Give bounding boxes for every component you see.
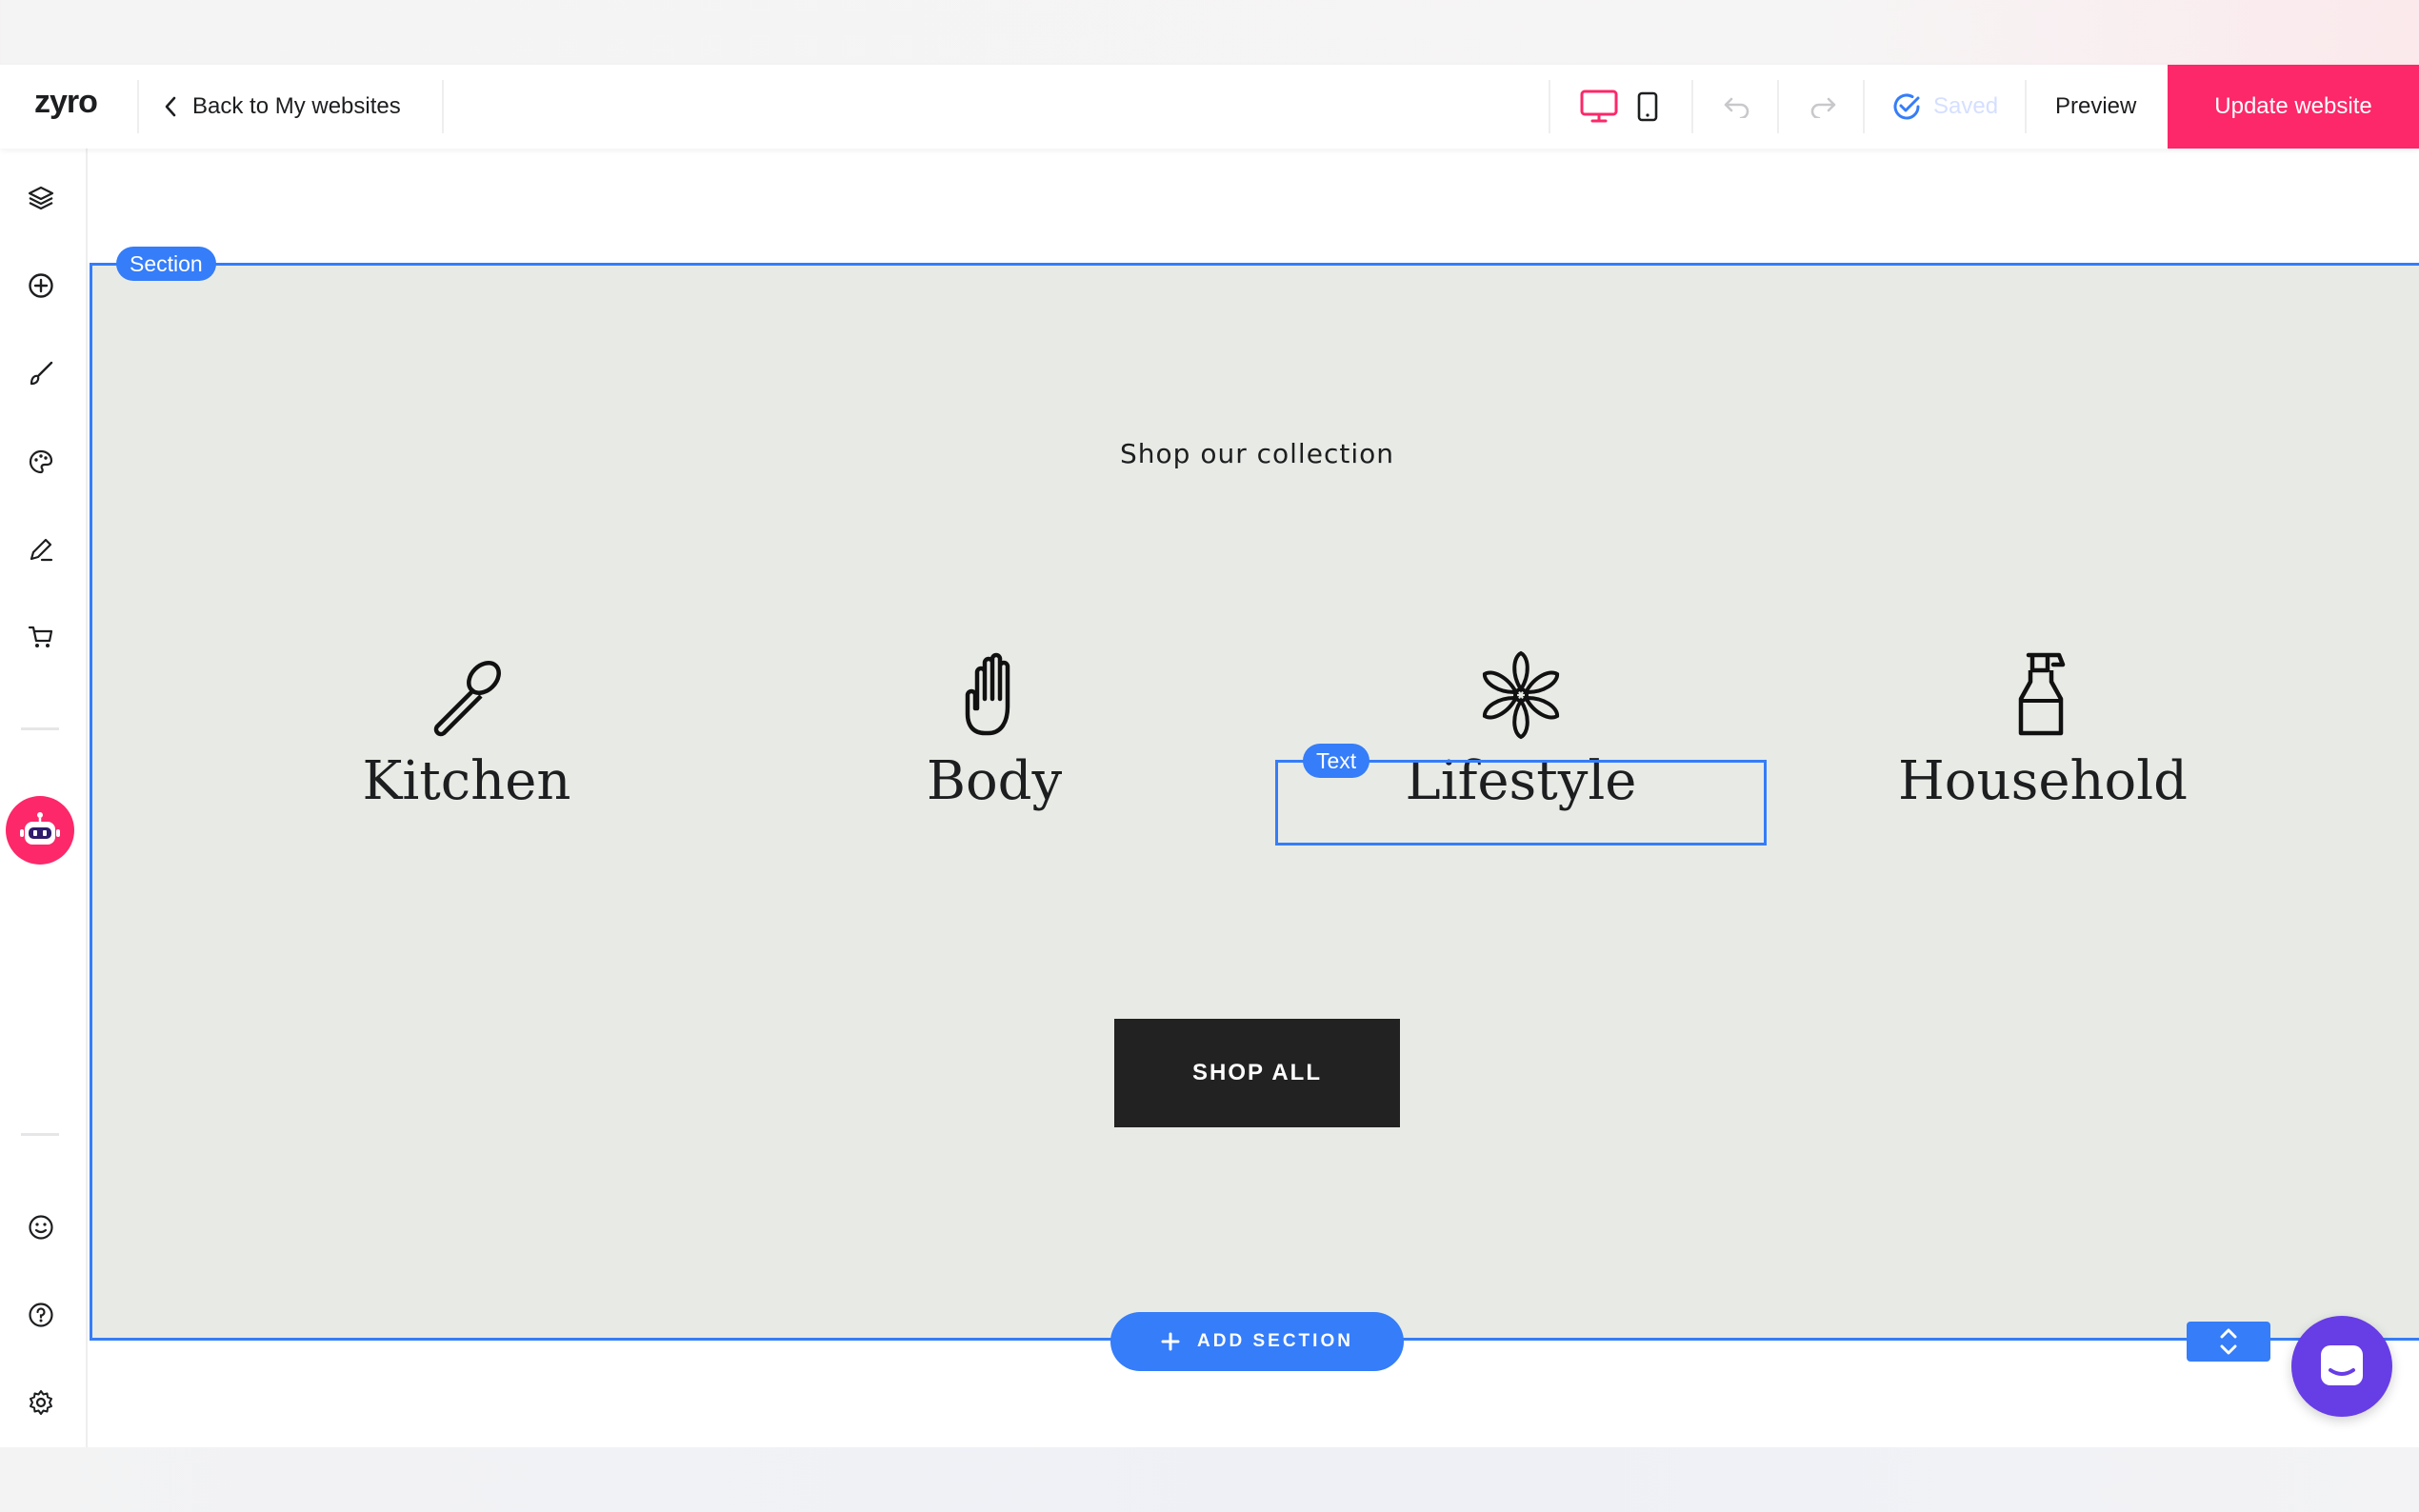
divider	[137, 80, 139, 133]
undo-icon[interactable]	[1720, 65, 1754, 149]
chat-icon[interactable]	[2291, 1316, 2392, 1417]
reorder-section-handle[interactable]	[2187, 1322, 2270, 1362]
help-icon[interactable]	[23, 1297, 59, 1333]
layers-icon[interactable]	[23, 180, 59, 216]
bottom-background	[0, 1447, 2419, 1512]
left-sidebar	[0, 149, 88, 1447]
divider	[1691, 80, 1693, 133]
chevron-up-down-icon	[2220, 1328, 2237, 1355]
sidebar-divider	[21, 1133, 59, 1136]
saved-status: Saved	[1891, 65, 1998, 149]
back-to-websites-link[interactable]: Back to My websites	[164, 65, 401, 149]
preview-button[interactable]: Preview	[2055, 65, 2136, 149]
sidebar-divider	[21, 727, 59, 730]
add-section-button[interactable]: ADD SECTION	[1110, 1312, 1404, 1371]
add-element-icon[interactable]	[23, 268, 59, 304]
add-section-label: ADD SECTION	[1197, 1331, 1353, 1351]
category-label: Household	[1897, 750, 2189, 812]
category-kitchen[interactable]: Kitchen	[276, 647, 657, 812]
spray-bottle-icon	[1852, 647, 2233, 743]
top-toolbar: zyro Back to My websites Saved Preview U…	[0, 65, 2419, 149]
category-label: Body	[926, 750, 1063, 812]
section-heading[interactable]: Shop our collection	[0, 438, 2419, 469]
chevron-left-icon	[165, 96, 176, 117]
mobile-view-icon[interactable]	[1632, 65, 1663, 149]
divider	[2025, 80, 2027, 133]
divider	[1863, 80, 1865, 133]
category-label: Kitchen	[362, 750, 571, 812]
shop-all-button[interactable]: SHOP ALL	[1114, 1019, 1400, 1127]
divider	[442, 80, 444, 133]
redo-icon[interactable]	[1806, 65, 1840, 149]
divider	[1549, 80, 1550, 133]
category-body[interactable]: Body	[804, 647, 1185, 812]
plus-icon	[1161, 1332, 1180, 1351]
divider	[1777, 80, 1779, 133]
spoon-icon	[276, 647, 657, 743]
ai-assistant-icon[interactable]	[6, 796, 74, 865]
back-link-label: Back to My websites	[192, 93, 401, 119]
zyro-logo[interactable]: zyro	[34, 84, 98, 121]
category-household[interactable]: Household	[1852, 647, 2233, 812]
smiley-icon[interactable]	[23, 1209, 59, 1245]
pen-icon[interactable]	[23, 531, 59, 567]
gear-icon[interactable]	[23, 1384, 59, 1421]
update-website-button[interactable]: Update website	[2168, 65, 2419, 149]
section-tag[interactable]: Section	[116, 247, 216, 281]
desktop-view-icon[interactable]	[1577, 65, 1621, 149]
saved-label: Saved	[1933, 93, 1999, 119]
cart-icon[interactable]	[23, 619, 59, 655]
text-tag[interactable]: Text	[1303, 744, 1370, 778]
check-circle-icon	[1893, 93, 1920, 120]
flower-icon	[1330, 647, 1711, 743]
hand-icon	[804, 647, 1185, 743]
brush-icon[interactable]	[23, 355, 59, 391]
